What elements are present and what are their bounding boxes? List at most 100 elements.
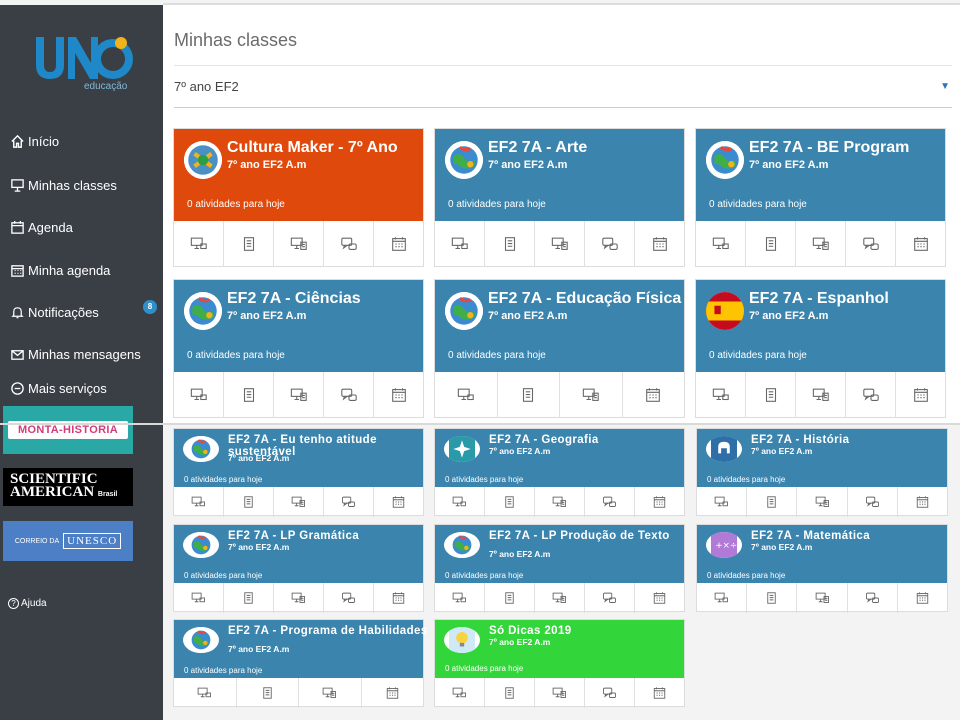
assignment-action-button[interactable]: [274, 487, 324, 517]
presentation-action-button[interactable]: [174, 678, 237, 708]
class-card[interactable]: EF2 7A - Eu tenho atitude sustentável 7º …: [173, 428, 424, 517]
presentation-action-button[interactable]: [697, 583, 748, 613]
document-action-button[interactable]: [485, 221, 535, 267]
scientific-american-banner[interactable]: SCIENTIFIC AMERICAN Brasil: [3, 468, 133, 506]
class-filter-select[interactable]: 7º ano EF2 ▼: [174, 79, 952, 97]
assignment-action-button[interactable]: [274, 372, 324, 418]
calendar-grid-action-button[interactable]: [374, 583, 423, 613]
class-card-header[interactable]: EF2 7A - BE Program 7º ano EF2 A.m 0 ativi…: [696, 129, 945, 221]
calendar-grid-action-button[interactable]: [635, 583, 684, 613]
presentation-action-button[interactable]: [435, 372, 498, 418]
chat-action-button[interactable]: [324, 221, 374, 267]
sidebar-item-minhas-mensagens[interactable]: Minhas mensagens: [10, 343, 141, 365]
assignment-action-button[interactable]: [535, 487, 585, 517]
correio-unesco-banner[interactable]: CORREIO DA UNESCO: [3, 521, 133, 561]
chat-action-button[interactable]: [585, 221, 635, 267]
class-card[interactable]: Só Dicas 2019 7º ano EF2 A.m 0 atividades …: [434, 619, 685, 708]
document-action-button[interactable]: [746, 221, 796, 267]
assignment-action-button[interactable]: [274, 221, 324, 267]
calendar-grid-action-button[interactable]: [635, 221, 684, 267]
chat-action-button[interactable]: [585, 678, 635, 708]
document-action-button[interactable]: [224, 487, 274, 517]
class-card-header[interactable]: +×÷ EF2 7A - Matemática 7º ano EF2 A.m 0 at…: [697, 525, 947, 583]
class-card-header[interactable]: EF2 7A - Geografia 7º ano EF2 A.m 0 ativid…: [435, 429, 684, 487]
chat-action-button[interactable]: [848, 583, 898, 613]
document-action-button[interactable]: [485, 583, 535, 613]
chat-action-button[interactable]: [324, 583, 374, 613]
sidebar-item-notificacoes[interactable]: Notificações: [10, 301, 99, 323]
sidebar-item-mais-servicos[interactable]: Mais serviços: [10, 377, 107, 399]
class-card-header[interactable]: Só Dicas 2019 7º ano EF2 A.m 0 atividades …: [435, 620, 684, 678]
chat-action-button[interactable]: [585, 487, 635, 517]
class-card[interactable]: EF2 7A - História 7º ano EF2 A.m 0 ativida…: [696, 428, 948, 517]
presentation-action-button[interactable]: [435, 487, 485, 517]
class-card-header[interactable]: EF2 7A - Espanhol 7º ano EF2 A.m 0 ativida…: [696, 280, 945, 372]
class-card[interactable]: Cultura Maker - 7º Ano 7º ano EF2 A.m 0 at…: [173, 128, 424, 267]
class-card[interactable]: EF2 7A - LP Produção de Texto 7º ano EF2 …: [434, 524, 685, 613]
class-card-header[interactable]: EF2 7A - Arte 7º ano EF2 A.m 0 atividades …: [435, 129, 684, 221]
class-card[interactable]: EF2 7A - Ciências 7º ano EF2 A.m 0 ativida…: [173, 279, 424, 418]
chat-action-button[interactable]: [846, 372, 896, 418]
presentation-action-button[interactable]: [697, 487, 748, 517]
document-action-button[interactable]: [224, 221, 274, 267]
presentation-action-button[interactable]: [174, 583, 224, 613]
document-action-button[interactable]: [237, 678, 299, 708]
chat-action-button[interactable]: [324, 372, 374, 418]
assignment-action-button[interactable]: [797, 583, 848, 613]
document-action-button[interactable]: [747, 583, 798, 613]
class-card[interactable]: EF2 7A - Geografia 7º ano EF2 A.m 0 ativid…: [434, 428, 685, 517]
document-action-button[interactable]: [498, 372, 560, 418]
assignment-action-button[interactable]: [535, 583, 585, 613]
calendar-grid-action-button[interactable]: [623, 372, 685, 418]
assignment-action-button[interactable]: [274, 583, 324, 613]
calendar-grid-action-button[interactable]: [374, 372, 423, 418]
assignment-action-button[interactable]: [796, 372, 846, 418]
chat-action-button[interactable]: [848, 487, 898, 517]
document-action-button[interactable]: [224, 583, 274, 613]
calendar-grid-action-button[interactable]: [374, 487, 423, 517]
chat-action-button[interactable]: [585, 583, 635, 613]
calendar-grid-action-button[interactable]: [635, 487, 684, 517]
sidebar-item-minhas-classes[interactable]: Minhas classes: [10, 174, 117, 196]
presentation-action-button[interactable]: [435, 678, 485, 708]
class-card[interactable]: EF2 7A - Espanhol 7º ano EF2 A.m 0 ativida…: [695, 279, 946, 418]
class-card-header[interactable]: EF2 7A - História 7º ano EF2 A.m 0 ativida…: [697, 429, 947, 487]
assignment-action-button[interactable]: [299, 678, 362, 708]
class-card-header[interactable]: EF2 7A - LP Gramática 7º ano EF2 A.m 0 ati…: [174, 525, 423, 583]
assignment-action-button[interactable]: [560, 372, 623, 418]
assignment-action-button[interactable]: [535, 221, 585, 267]
presentation-action-button[interactable]: [696, 221, 746, 267]
presentation-action-button[interactable]: [174, 372, 224, 418]
calendar-grid-action-button[interactable]: [896, 372, 945, 418]
calendar-grid-action-button[interactable]: [635, 678, 684, 708]
class-card[interactable]: EF2 7A - Educação Física 7º ano EF2 A.m 0 …: [434, 279, 685, 418]
class-card-header[interactable]: EF2 7A - Ciências 7º ano EF2 A.m 0 ativida…: [174, 280, 423, 372]
presentation-action-button[interactable]: [174, 487, 224, 517]
class-card-header[interactable]: EF2 7A - LP Produção de Texto 7º ano EF2 …: [435, 525, 684, 583]
assignment-action-button[interactable]: [797, 487, 848, 517]
sidebar-item-minha-agenda[interactable]: Minha agenda: [10, 259, 110, 281]
class-card[interactable]: +×÷ EF2 7A - Matemática 7º ano EF2 A.m 0 at…: [696, 524, 948, 613]
calendar-grid-action-button[interactable]: [362, 678, 424, 708]
presentation-action-button[interactable]: [435, 583, 485, 613]
document-action-button[interactable]: [747, 487, 798, 517]
calendar-grid-action-button[interactable]: [374, 221, 423, 267]
presentation-action-button[interactable]: [435, 221, 485, 267]
class-card-header[interactable]: EF2 7A - Eu tenho atitude sustentável 7º …: [174, 429, 423, 487]
sidebar-item-inicio[interactable]: Início: [10, 130, 59, 152]
help-link[interactable]: ? Ajuda: [8, 598, 47, 609]
class-card[interactable]: EF2 7A - BE Program 7º ano EF2 A.m 0 ativi…: [695, 128, 946, 267]
chat-action-button[interactable]: [846, 221, 896, 267]
class-card[interactable]: EF2 7A - Programa de Habilidades 7º ano E…: [173, 619, 427, 708]
sidebar-item-agenda[interactable]: Agenda: [10, 216, 73, 238]
document-action-button[interactable]: [485, 487, 535, 517]
assignment-action-button[interactable]: [796, 221, 846, 267]
class-card-header[interactable]: EF2 7A - Programa de Habilidades 7º ano E…: [174, 620, 427, 678]
presentation-action-button[interactable]: [174, 221, 224, 267]
calendar-grid-action-button[interactable]: [898, 583, 947, 613]
document-action-button[interactable]: [485, 678, 535, 708]
calendar-grid-action-button[interactable]: [896, 221, 945, 267]
class-card[interactable]: EF2 7A - LP Gramática 7º ano EF2 A.m 0 ati…: [173, 524, 424, 613]
class-card[interactable]: EF2 7A - Arte 7º ano EF2 A.m 0 atividades …: [434, 128, 685, 267]
assignment-action-button[interactable]: [535, 678, 585, 708]
